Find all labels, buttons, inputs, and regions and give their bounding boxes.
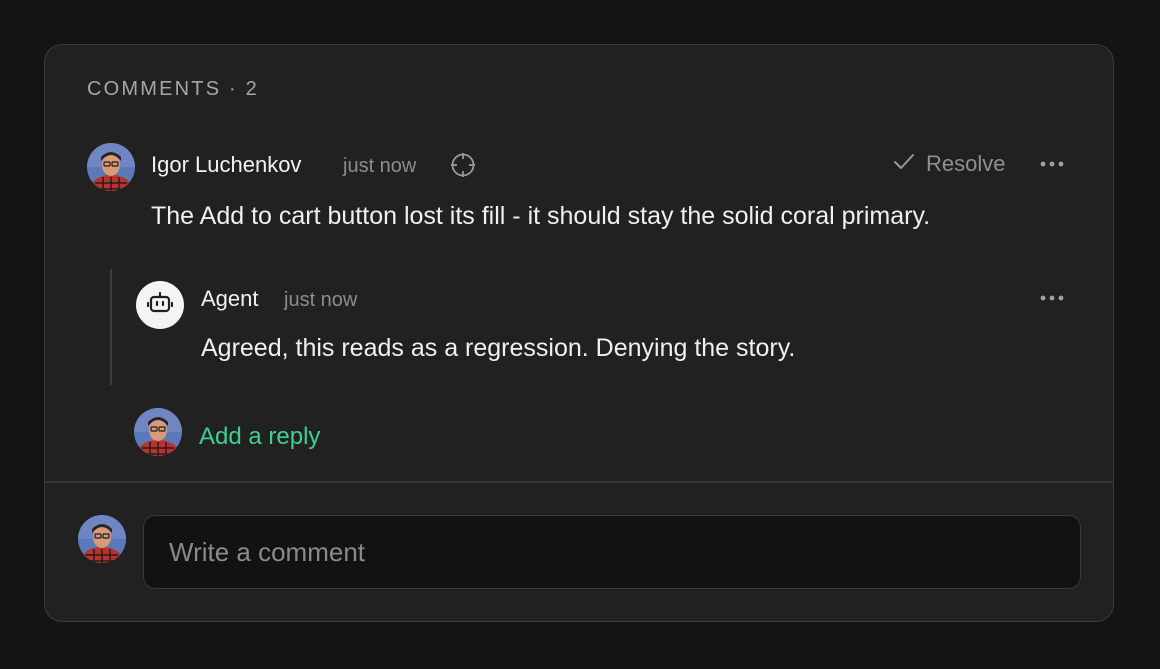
add-reply-button[interactable]: Add a reply — [199, 423, 320, 451]
robot-icon — [146, 291, 174, 320]
comment-body: The Add to cart button lost its fill - i… — [151, 202, 931, 230]
resolve-button[interactable]: Resolve — [892, 151, 1005, 177]
avatar — [78, 515, 126, 563]
comment-author: Igor Luchenkov — [151, 152, 302, 177]
target-icon[interactable] — [449, 151, 477, 179]
comment-timestamp: just now — [343, 155, 417, 177]
reply-author: Agent — [201, 286, 259, 311]
more-horizontal-icon[interactable] — [1039, 287, 1065, 309]
reply-timestamp: just now — [284, 289, 358, 311]
avatar — [87, 143, 135, 191]
divider — [45, 481, 1113, 483]
comment-input[interactable] — [143, 515, 1081, 589]
check-icon — [892, 152, 916, 177]
thread-line — [110, 269, 112, 385]
agent-avatar — [136, 281, 184, 329]
comments-panel: COMMENTS · 2 Igor Luchenkov just now Res… — [44, 44, 1114, 622]
resolve-label: Resolve — [926, 151, 1006, 176]
reply-body: Agreed, this reads as a regression. Deny… — [201, 334, 796, 362]
more-horizontal-icon[interactable] — [1039, 153, 1065, 175]
avatar — [134, 408, 182, 456]
comments-heading: COMMENTS · 2 — [87, 78, 259, 100]
